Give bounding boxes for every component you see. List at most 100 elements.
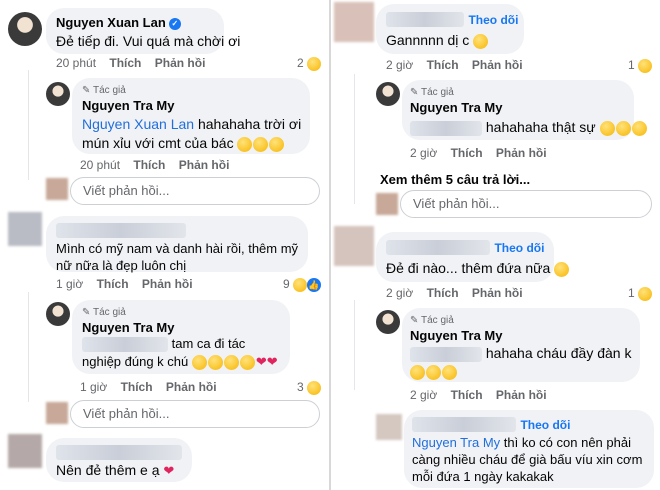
reply-input[interactable]: Viết phản hồi... xyxy=(70,400,320,428)
reply-meta: 20 phút Thích Phản hồi xyxy=(80,158,229,172)
timestamp[interactable]: 1 giờ xyxy=(56,277,83,291)
timestamp[interactable]: 2 giờ xyxy=(410,146,437,160)
haha-reaction-icon xyxy=(638,286,653,301)
blurred-mention[interactable] xyxy=(410,346,482,362)
thread-line xyxy=(28,70,29,180)
avatar[interactable] xyxy=(334,226,374,266)
timestamp[interactable]: 20 phút xyxy=(56,56,96,70)
like-button[interactable]: Thích xyxy=(451,146,483,160)
comment-meta: 20 phút Thích Phản hồi xyxy=(56,56,205,70)
see-more-replies-link[interactable]: Xem thêm 5 câu trả lời... xyxy=(380,172,530,187)
blurred-commenter-name[interactable] xyxy=(412,417,516,433)
avatar[interactable] xyxy=(376,310,400,334)
avatar[interactable] xyxy=(376,82,400,106)
mention-link[interactable]: Nguyen Xuan Lan xyxy=(82,116,194,132)
timestamp[interactable]: 1 giờ xyxy=(80,380,107,394)
avatar[interactable] xyxy=(376,414,402,440)
avatar[interactable] xyxy=(8,212,42,246)
blurred-mention[interactable] xyxy=(410,120,482,136)
reaction-count-number: 2 xyxy=(297,56,304,70)
follow-button[interactable]: Theo dõi xyxy=(520,418,570,432)
reaction-count-number: 9 xyxy=(283,277,290,291)
reply-button[interactable]: Phản hồi xyxy=(472,58,523,72)
replier-name[interactable]: Nguyen Tra My xyxy=(82,98,174,113)
laughing-emoji xyxy=(253,136,269,152)
reply-button[interactable]: Phản hồi xyxy=(472,286,523,300)
reply-button[interactable]: Phản hồi xyxy=(155,56,206,70)
reply-button[interactable]: Phản hồi xyxy=(142,277,193,291)
avatar xyxy=(376,193,398,215)
commenter-name[interactable]: Nguyen Xuan Lan xyxy=(56,15,166,30)
like-button[interactable]: Thích xyxy=(109,56,141,70)
pencil-icon: ✎ xyxy=(82,307,91,318)
comment-text: Gannnnn dị c xyxy=(386,32,470,48)
like-button[interactable]: Thích xyxy=(451,388,483,402)
blurred-commenter-name[interactable] xyxy=(56,445,182,461)
comment-text: Đẻ tiếp đi. Vui quá mà chời ơi xyxy=(56,33,241,49)
reply-button[interactable]: Phản hồi xyxy=(496,146,547,160)
follow-button[interactable]: Theo dõi xyxy=(468,13,518,27)
blurred-mention[interactable] xyxy=(82,337,168,353)
timestamp[interactable]: 2 giờ xyxy=(386,58,413,72)
blurred-commenter-name[interactable] xyxy=(56,223,186,239)
laughing-emoji xyxy=(239,355,255,371)
comment-bubble: Theo dõi Gannnnn dị c xyxy=(376,4,524,54)
comment-meta: 2 giờ Thích Phản hồi xyxy=(386,286,523,300)
laughing-emoji xyxy=(237,136,253,152)
avatar[interactable] xyxy=(46,302,70,326)
comment-meta: 1 giờ Thích Phản hồi xyxy=(56,277,193,291)
mention-link[interactable]: Nguyen Tra My xyxy=(412,435,500,450)
reaction-count-number: 3 xyxy=(297,380,304,394)
column-divider xyxy=(329,0,331,490)
reply-input[interactable]: Viết phản hồi... xyxy=(70,177,320,205)
laughing-emoji xyxy=(631,120,647,136)
laughing-emoji xyxy=(191,355,207,371)
timestamp[interactable]: 20 phút xyxy=(80,158,120,172)
blurred-commenter-name[interactable] xyxy=(386,12,464,28)
avatar[interactable] xyxy=(46,82,70,106)
timestamp[interactable]: 2 giờ xyxy=(386,286,413,300)
reaction-count[interactable]: 2 xyxy=(297,56,322,71)
haha-reaction-icon xyxy=(307,56,322,71)
like-button[interactable]: Thích xyxy=(97,277,129,291)
like-button[interactable]: Thích xyxy=(133,158,165,172)
avatar[interactable] xyxy=(334,2,374,42)
replier-name[interactable]: Nguyen Tra My xyxy=(82,320,174,335)
reaction-count-number: 1 xyxy=(628,286,635,300)
laughing-emoji xyxy=(410,364,425,380)
avatar[interactable] xyxy=(8,434,42,468)
reply-text: Nguyen Xuan Lan hahahaha trời ơi mún xỉu… xyxy=(82,115,304,153)
comment-text: Nên đẻ thêm e ạ xyxy=(56,462,160,478)
reaction-count[interactable]: 1 xyxy=(628,286,653,301)
timestamp[interactable]: 2 giờ xyxy=(410,388,437,402)
blurred-commenter-name[interactable] xyxy=(386,240,490,256)
author-badge: Tác giả xyxy=(421,87,454,98)
laughing-emoji xyxy=(615,120,631,136)
reply-text-body: hahaha cháu đầy đàn k xyxy=(485,345,632,361)
avatar xyxy=(46,402,68,424)
reaction-count[interactable]: 1 xyxy=(628,58,653,73)
like-button[interactable]: Thích xyxy=(121,380,153,394)
verified-badge-icon: ✓ xyxy=(168,17,181,30)
replier-name[interactable]: Nguyen Tra My xyxy=(410,328,502,343)
reply-button[interactable]: Phản hồi xyxy=(496,388,547,402)
laughing-emoji xyxy=(426,364,441,380)
follow-button[interactable]: Theo dõi xyxy=(494,241,544,255)
avatar[interactable] xyxy=(8,12,42,46)
reaction-count-number: 1 xyxy=(628,58,635,72)
reply-button[interactable]: Phản hồi xyxy=(179,158,230,172)
author-badge: Tác giả xyxy=(93,307,126,318)
reaction-count[interactable]: 3 xyxy=(297,380,322,395)
haha-reaction-icon xyxy=(307,380,322,395)
reply-text: tam ca đi tác nghiệp đúng k chú ❤❤ xyxy=(82,335,286,371)
reaction-count[interactable]: 9 👍 xyxy=(283,277,322,292)
author-badge: Tác giả xyxy=(93,85,126,96)
reply-button[interactable]: Phản hồi xyxy=(166,380,217,394)
laughing-emoji xyxy=(473,33,489,49)
comment-meta: 2 giờ Thích Phản hồi xyxy=(386,58,523,72)
like-button[interactable]: Thích xyxy=(427,286,459,300)
laughing-emoji xyxy=(207,355,223,371)
replier-name[interactable]: Nguyen Tra My xyxy=(410,100,502,115)
like-button[interactable]: Thích xyxy=(427,58,459,72)
reply-input[interactable]: Viết phản hồi... xyxy=(400,190,652,218)
